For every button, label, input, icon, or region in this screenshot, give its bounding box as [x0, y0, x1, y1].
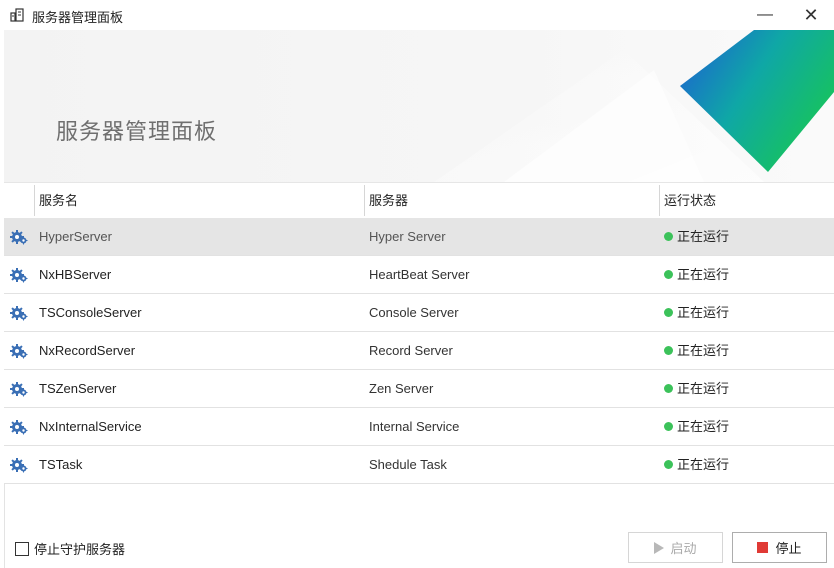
table-row[interactable]: HyperServer Hyper Server 正在运行 [4, 218, 834, 256]
start-button[interactable]: 启动 [628, 532, 723, 563]
server-cell: Zen Server [369, 381, 434, 396]
column-header-status[interactable]: 运行状态 [660, 183, 716, 218]
status-cell: 正在运行 [664, 446, 729, 483]
gear-icon [10, 382, 28, 397]
status-cell: 正在运行 [664, 218, 729, 255]
server-cell: Record Server [369, 343, 453, 358]
status-text: 正在运行 [677, 229, 730, 244]
title-bar[interactable]: 服务器管理面板 — ✕ [0, 0, 834, 30]
minimize-icon: — [757, 6, 773, 23]
checkbox-box[interactable] [15, 541, 29, 556]
start-button-label: 启动 [670, 541, 697, 556]
table-row[interactable]: NxInternalService Internal Service 正在运行 [4, 408, 834, 446]
table-row[interactable]: NxRecordServer Record Server 正在运行 [4, 332, 834, 370]
service-name-cell: NxHBServer [39, 267, 112, 282]
gear-icon [10, 268, 28, 283]
close-icon: ✕ [803, 4, 819, 25]
gear-icon [10, 230, 28, 245]
server-cell: Internal Service [369, 419, 460, 434]
status-text: 正在运行 [677, 267, 730, 282]
table-row[interactable]: TSConsoleServer Console Server 正在运行 [4, 294, 834, 332]
running-status-dot [664, 384, 673, 393]
server-manager-window: 服务器管理面板 — ✕ 服务器管理面板 服务名 服务器 运行状态 HyperSe… [0, 0, 834, 568]
server-cell: Shedule Task [369, 457, 447, 472]
banner-decoration [434, 30, 834, 182]
server-app-icon [10, 8, 24, 22]
service-name-cell: TSZenServer [39, 381, 117, 396]
server-cell: Hyper Server [369, 229, 446, 244]
running-status-dot [664, 232, 673, 241]
table-row[interactable]: NxHBServer HeartBeat Server 正在运行 [4, 256, 834, 294]
running-status-dot [664, 460, 673, 469]
status-cell: 正在运行 [664, 408, 729, 445]
banner-title: 服务器管理面板 [56, 119, 218, 144]
gear-icon [10, 458, 28, 473]
gear-icon [10, 344, 28, 359]
service-name-cell: NxInternalService [39, 419, 142, 434]
stop-button[interactable]: 停止 [732, 532, 827, 563]
service-name-cell: NxRecordServer [39, 343, 136, 358]
status-cell: 正在运行 [664, 294, 729, 331]
window-title: 服务器管理面板 [32, 10, 124, 25]
gear-icon [10, 306, 28, 321]
status-text: 正在运行 [677, 343, 730, 358]
server-cell: HeartBeat Server [369, 267, 470, 282]
minimize-button[interactable]: — [742, 0, 788, 30]
status-text: 正在运行 [677, 305, 730, 320]
service-name-cell: TSTask [39, 457, 83, 472]
column-header-server[interactable]: 服务器 [365, 183, 408, 218]
running-status-dot [664, 346, 673, 355]
running-status-dot [664, 270, 673, 279]
gear-icon [10, 420, 28, 435]
running-status-dot [664, 422, 673, 431]
status-cell: 正在运行 [664, 332, 729, 369]
running-status-dot [664, 308, 673, 317]
service-name-cell: TSConsoleServer [39, 305, 142, 320]
stop-icon [757, 542, 769, 553]
play-icon [654, 541, 665, 554]
status-cell: 正在运行 [664, 370, 729, 407]
table-header: 服务名 服务器 运行状态 [4, 182, 834, 219]
banner: 服务器管理面板 [4, 30, 834, 182]
table-row[interactable]: TSTask Shedule Task 正在运行 [4, 446, 834, 484]
checkbox-label: 停止守护服务器 [34, 542, 126, 557]
stop-guard-checkbox[interactable]: 停止守护服务器 [15, 539, 125, 558]
stop-button-label: 停止 [775, 541, 802, 556]
server-cell: Console Server [369, 305, 459, 320]
column-header-service-name[interactable]: 服务名 [35, 183, 78, 218]
table-row[interactable]: TSZenServer Zen Server 正在运行 [4, 370, 834, 408]
service-table-body: HyperServer Hyper Server 正在运行 NxHBServer Hea… [4, 218, 834, 484]
status-text: 正在运行 [677, 381, 730, 396]
close-button[interactable]: ✕ [788, 0, 834, 30]
status-text: 正在运行 [677, 419, 730, 434]
status-cell: 正在运行 [664, 256, 729, 293]
status-text: 正在运行 [677, 457, 730, 472]
service-name-cell: HyperServer [39, 229, 112, 244]
